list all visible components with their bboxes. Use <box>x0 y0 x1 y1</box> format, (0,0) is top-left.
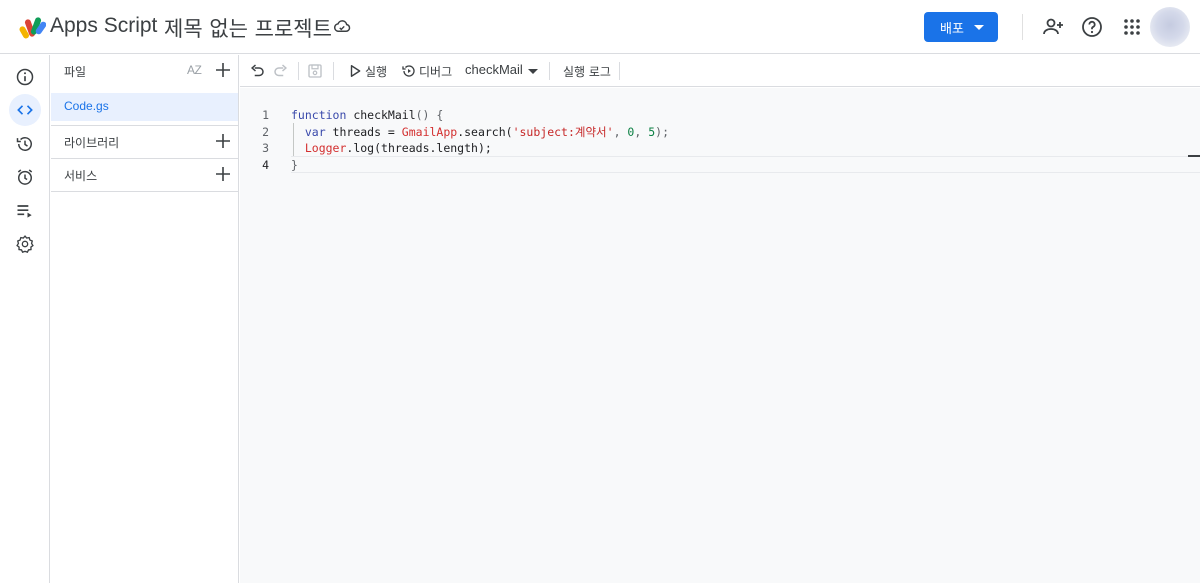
code-token: checkMail <box>353 108 416 122</box>
debug-button[interactable]: 디버그 <box>419 63 452 80</box>
line-number: 4 <box>262 157 269 172</box>
play-icon <box>350 65 361 77</box>
rail-item-overview[interactable] <box>9 61 41 93</box>
code-text: function checkMail() { <box>291 107 443 124</box>
code-token: function <box>291 108 354 122</box>
file-item-code-gs[interactable]: Code.gs <box>51 93 238 121</box>
info-icon <box>16 68 34 86</box>
code-line[interactable]: 4} <box>240 157 1200 174</box>
toolbar-divider <box>619 62 620 80</box>
services-label: 서비스 <box>64 169 98 183</box>
editor-toolbar: 실행 디버그 checkMail 실행 로그 <box>240 55 1200 87</box>
function-select[interactable]: checkMail <box>465 62 538 82</box>
code-token: Logger <box>304 141 347 156</box>
chevron-down-icon <box>974 25 984 30</box>
code-icon <box>17 105 33 115</box>
playlist-icon <box>17 205 32 218</box>
code-token: .log(threads.length); <box>346 141 492 156</box>
line-number: 1 <box>262 108 269 122</box>
divider <box>51 191 239 192</box>
add-library-icon[interactable] <box>215 133 231 149</box>
code-line[interactable]: 2 var threads = GmailApp.search('subject… <box>240 124 1200 141</box>
code-token: ); <box>655 124 670 139</box>
files-header: 파일 AZ <box>51 55 239 87</box>
code-token: GmailApp <box>401 124 458 139</box>
execution-log-button[interactable]: 실행 로그 <box>563 63 611 80</box>
code-token: .search( <box>457 124 513 139</box>
code-token: , <box>613 124 628 139</box>
files-panel: 파일 AZ Code.gs 라이브러리 서비스 <box>51 55 239 583</box>
line-number: 3 <box>262 141 269 156</box>
history-icon <box>16 137 32 151</box>
line-number: 2 <box>262 124 269 139</box>
app-header: Apps Script 제목 없는 프로젝트 배포 <box>0 0 1200 54</box>
project-title[interactable]: 제목 없는 프로젝트 <box>164 13 332 43</box>
rail-item-editor[interactable] <box>9 94 41 126</box>
code-token: var <box>291 124 333 139</box>
debug-icon <box>402 65 415 77</box>
function-name: checkMail <box>465 62 523 77</box>
code-token: () { <box>415 108 444 122</box>
app-name: Apps Script <box>50 14 158 37</box>
services-header: 서비스 <box>51 159 239 191</box>
code-token: } <box>291 157 298 172</box>
apps-grid-icon[interactable] <box>1120 15 1144 39</box>
cloud-icon <box>334 20 351 33</box>
toolbar-divider <box>333 62 334 80</box>
left-rail <box>0 55 50 583</box>
deploy-button[interactable]: 배포 <box>924 12 998 42</box>
file-name: Code.gs <box>64 99 109 113</box>
alarm-icon <box>17 169 33 185</box>
add-file-icon[interactable] <box>215 62 231 78</box>
files-label: 파일 <box>64 65 87 79</box>
undo-icon[interactable] <box>248 62 266 80</box>
toolbar-divider <box>298 62 299 80</box>
help-icon[interactable] <box>1080 15 1104 39</box>
rail-item-deployments[interactable] <box>9 195 41 227</box>
code-token: 'subject:계약서' <box>512 124 614 139</box>
run-button[interactable]: 실행 <box>365 63 387 80</box>
code-token: , <box>634 124 649 139</box>
rail-item-triggers[interactable] <box>9 161 41 193</box>
save-icon[interactable] <box>306 62 324 80</box>
rail-item-executions[interactable] <box>9 128 41 160</box>
libraries-label: 라이브러리 <box>64 136 120 150</box>
apps-script-logo[interactable] <box>18 15 46 39</box>
redo-icon[interactable] <box>272 62 290 80</box>
code-token: threads = <box>332 124 402 139</box>
gear-icon <box>16 235 34 253</box>
rail-item-settings[interactable] <box>9 228 41 260</box>
code-line[interactable]: 1 function checkMail() { <box>240 107 1200 124</box>
add-service-icon[interactable] <box>215 166 231 182</box>
code-text: Logger.log(threads.length); <box>291 140 492 157</box>
deploy-label: 배포 <box>940 21 964 37</box>
code-line[interactable]: 3 Logger.log(threads.length); <box>240 140 1200 157</box>
header-divider <box>1022 14 1023 40</box>
sort-az-icon[interactable]: AZ <box>187 63 202 77</box>
chevron-down-icon <box>528 69 538 74</box>
code-editor[interactable]: 1 function checkMail() {2 var threads = G… <box>240 88 1200 583</box>
toolbar-divider <box>549 62 550 80</box>
code-text: } <box>291 157 298 174</box>
add-person-icon[interactable] <box>1041 15 1065 39</box>
code-text: var threads = GmailApp.search('subject:계… <box>291 124 669 141</box>
avatar[interactable] <box>1150 7 1190 47</box>
libraries-header: 라이브러리 <box>51 126 239 158</box>
